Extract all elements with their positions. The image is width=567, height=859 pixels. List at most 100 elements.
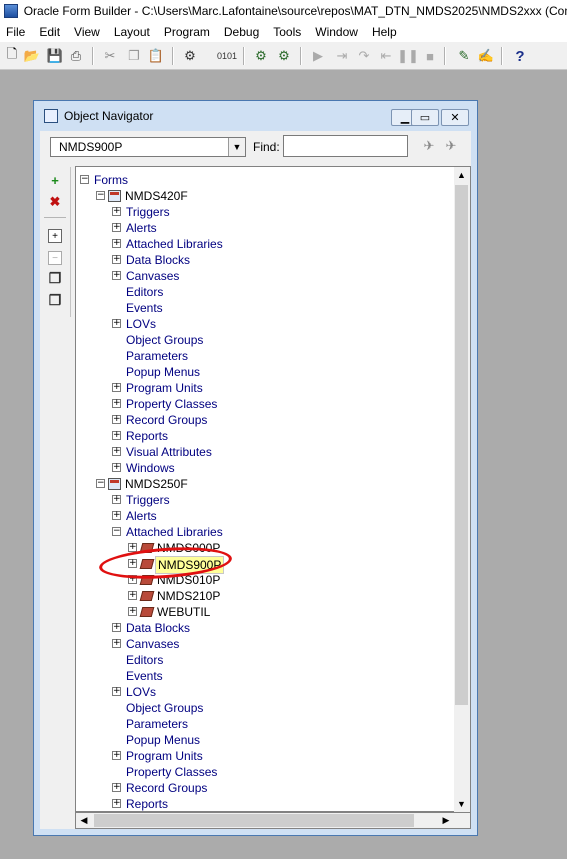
tree-node[interactable]: + Record Groups bbox=[76, 412, 454, 428]
tree-node[interactable]: + LOVs bbox=[76, 684, 454, 700]
tree-node[interactable]: Events bbox=[76, 668, 454, 684]
delete-icon[interactable]: ✖ bbox=[48, 194, 62, 209]
collapse-node-icon[interactable]: − bbox=[96, 191, 105, 200]
tree-node[interactable]: − Forms bbox=[76, 172, 454, 188]
tree-node[interactable]: + Triggers bbox=[76, 492, 454, 508]
save-icon[interactable]: 💾 bbox=[47, 48, 63, 64]
expand-node-icon[interactable]: + bbox=[112, 207, 121, 216]
vertical-scrollbar[interactable]: ▲ ▼ bbox=[454, 166, 471, 812]
expand-node-icon[interactable]: + bbox=[112, 751, 121, 760]
scroll-left-icon[interactable]: ◀ bbox=[76, 813, 92, 828]
collapse-node-icon[interactable]: − bbox=[80, 175, 89, 184]
expand-node-icon[interactable]: + bbox=[112, 799, 121, 808]
tree-node[interactable]: + Alerts bbox=[76, 508, 454, 524]
find-next-icon[interactable]: ✈ bbox=[442, 137, 460, 155]
tree-node[interactable]: + Windows bbox=[76, 460, 454, 476]
expand-icon[interactable]: + bbox=[48, 229, 62, 243]
expand-node-icon[interactable]: + bbox=[112, 687, 121, 696]
menu-tools[interactable]: Tools bbox=[267, 25, 309, 39]
collapse-node-icon[interactable]: − bbox=[96, 479, 105, 488]
expand-node-icon[interactable]: + bbox=[112, 255, 121, 264]
tree-node[interactable]: + Reports bbox=[76, 428, 454, 444]
tree-node[interactable]: + Attached Libraries bbox=[76, 236, 454, 252]
object-tree[interactable]: − Forms − NMDS420F + Triggers + Alerts + Attached… bbox=[75, 166, 455, 812]
horizontal-scrollbar[interactable]: ◀ ▶ bbox=[75, 812, 471, 829]
menu-window[interactable]: Window bbox=[309, 25, 366, 39]
tree-node[interactable]: + Program Units bbox=[76, 380, 454, 396]
expand-node-icon[interactable]: + bbox=[112, 239, 121, 248]
tree-node[interactable]: Property Classes bbox=[76, 764, 454, 780]
tree-node[interactable]: + Reports bbox=[76, 796, 454, 811]
expand-node-icon[interactable]: + bbox=[112, 223, 121, 232]
tree-node[interactable]: + Data Blocks bbox=[76, 252, 454, 268]
go-icon[interactable]: ▶ bbox=[310, 48, 326, 64]
expand-node-icon[interactable]: + bbox=[112, 447, 121, 456]
expand-node-icon[interactable]: + bbox=[112, 783, 121, 792]
tree-node[interactable]: + Canvases bbox=[76, 636, 454, 652]
tree-node[interactable]: Events bbox=[76, 300, 454, 316]
menu-file[interactable]: File bbox=[0, 25, 33, 39]
compile-module-icon[interactable]: 0101 bbox=[217, 48, 237, 64]
open-icon[interactable]: 📂 bbox=[24, 48, 40, 64]
expand-node-icon[interactable]: + bbox=[112, 271, 121, 280]
pl-sql-editor-icon[interactable]: ✍ bbox=[478, 48, 494, 64]
tree-node[interactable]: Popup Menus bbox=[76, 732, 454, 748]
new-icon[interactable]: 🗋 bbox=[4, 46, 20, 64]
compile-icon[interactable]: ⚙ bbox=[182, 48, 198, 64]
help-icon[interactable]: ? bbox=[512, 48, 528, 65]
tree-node[interactable]: + NMDS210P bbox=[76, 588, 454, 604]
step-out-icon[interactable]: ⇤ bbox=[378, 48, 394, 64]
expand-node-icon[interactable]: + bbox=[112, 431, 121, 440]
expand-node-icon[interactable]: + bbox=[112, 495, 121, 504]
tree-node[interactable]: − Attached Libraries bbox=[76, 524, 454, 540]
tree-node[interactable]: − NMDS250F bbox=[76, 476, 454, 492]
menu-layout[interactable]: Layout bbox=[108, 25, 158, 39]
tree-node[interactable]: + LOVs bbox=[76, 316, 454, 332]
find-input[interactable] bbox=[283, 135, 408, 157]
tree-node[interactable]: Editors bbox=[76, 652, 454, 668]
tree-node[interactable]: + Record Groups bbox=[76, 780, 454, 796]
create-icon[interactable]: + bbox=[48, 173, 62, 188]
menu-edit[interactable]: Edit bbox=[33, 25, 68, 39]
expand-node-icon[interactable]: + bbox=[128, 591, 137, 600]
maximize-button[interactable]: ▭ bbox=[411, 109, 439, 126]
menu-view[interactable]: View bbox=[68, 25, 108, 39]
run-form-icon[interactable]: ⚙ bbox=[253, 48, 269, 64]
expand-node-icon[interactable]: + bbox=[112, 511, 121, 520]
tree-node[interactable]: Object Groups bbox=[76, 332, 454, 348]
tree-node[interactable]: + Canvases bbox=[76, 268, 454, 284]
expand-all-icon[interactable]: ❐ bbox=[48, 270, 62, 286]
expand-node-icon[interactable]: + bbox=[112, 319, 121, 328]
find-previous-icon[interactable]: ✈ bbox=[420, 137, 438, 155]
scroll-down-icon[interactable]: ▼ bbox=[454, 796, 469, 812]
menu-debug[interactable]: Debug bbox=[218, 25, 267, 39]
tree-node[interactable]: Object Groups bbox=[76, 700, 454, 716]
expand-node-icon[interactable]: + bbox=[112, 383, 121, 392]
copy-icon[interactable]: ❐ bbox=[126, 48, 142, 64]
scroll-thumb-horizontal[interactable] bbox=[94, 814, 414, 827]
tree-node[interactable]: + Property Classes bbox=[76, 396, 454, 412]
module-select[interactable]: NMDS900P ▼ bbox=[50, 137, 246, 157]
paste-icon[interactable]: 📋 bbox=[148, 48, 164, 64]
layout-editor-icon[interactable]: ✎ bbox=[456, 48, 472, 64]
scroll-right-icon[interactable]: ▶ bbox=[438, 813, 454, 828]
tree-node[interactable]: + Triggers bbox=[76, 204, 454, 220]
tree-node[interactable]: Editors bbox=[76, 284, 454, 300]
stop-icon[interactable]: ■ bbox=[422, 48, 438, 64]
tree-node[interactable]: + Alerts bbox=[76, 220, 454, 236]
tree-node[interactable]: + Data Blocks bbox=[76, 620, 454, 636]
expand-node-icon[interactable]: + bbox=[128, 607, 137, 616]
expand-node-icon[interactable]: + bbox=[112, 463, 121, 472]
close-button[interactable]: ✕ bbox=[441, 109, 469, 126]
menu-program[interactable]: Program bbox=[158, 25, 218, 39]
expand-node-icon[interactable]: + bbox=[112, 639, 121, 648]
expand-node-icon[interactable]: + bbox=[112, 415, 121, 424]
expand-node-icon[interactable]: + bbox=[112, 399, 121, 408]
print-icon[interactable]: ⎙ bbox=[68, 48, 84, 64]
tree-node[interactable]: + Program Units bbox=[76, 748, 454, 764]
tree-node[interactable]: + Visual Attributes bbox=[76, 444, 454, 460]
scroll-thumb[interactable] bbox=[455, 185, 468, 705]
collapse-icon[interactable]: − bbox=[48, 251, 62, 265]
tree-node[interactable]: − NMDS420F bbox=[76, 188, 454, 204]
collapse-all-icon[interactable]: ❐ bbox=[48, 292, 62, 308]
